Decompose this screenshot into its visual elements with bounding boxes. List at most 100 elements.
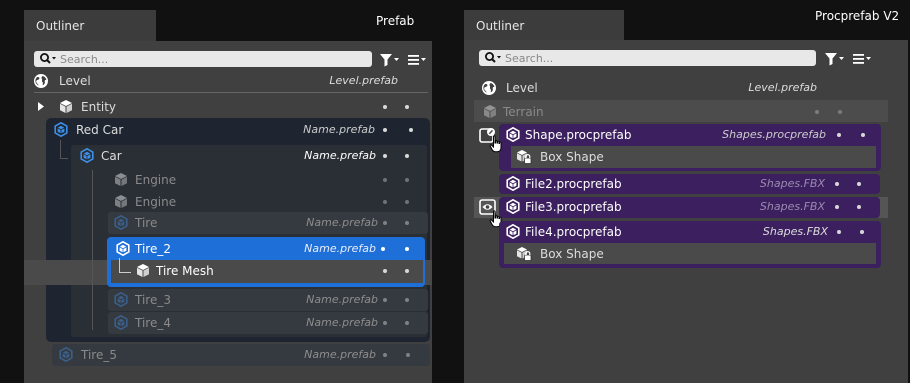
procprefab-icon — [506, 199, 520, 214]
expand-arrow-icon[interactable] — [38, 102, 44, 111]
row-label: Box Shape — [540, 247, 604, 261]
lock-dot[interactable] — [405, 221, 409, 225]
visibility-dot[interactable] — [383, 269, 387, 273]
globe-icon — [33, 73, 49, 89]
lock-dot[interactable] — [857, 182, 861, 186]
left-outliner-tab[interactable]: Outliner — [24, 10, 156, 42]
row-label: Level — [506, 81, 538, 95]
left-row-entity[interactable]: Entity — [24, 96, 432, 118]
lock-dot[interactable] — [405, 200, 409, 204]
visibility-dot[interactable] — [383, 221, 387, 225]
visibility-dot[interactable] — [815, 110, 819, 114]
left-row-engine-2[interactable]: Engine — [94, 191, 424, 213]
filter-icon[interactable] — [378, 51, 402, 69]
lock-dot[interactable] — [409, 128, 413, 132]
row-label: Tire_5 — [81, 348, 117, 362]
procprefab-icon — [506, 176, 520, 191]
row-label: File4.procprefab — [525, 225, 622, 239]
row-label: Entity — [81, 100, 117, 114]
visibility-dot[interactable] — [837, 230, 841, 234]
left-row-engine-1[interactable]: Engine — [94, 169, 424, 191]
lock-dot[interactable] — [405, 247, 409, 251]
right-row-file3[interactable]: File3.procprefab Shapes.FBX — [499, 196, 880, 218]
lock-dot[interactable] — [838, 110, 842, 114]
left-row-car[interactable]: Car Name.prefab — [71, 145, 427, 167]
lock-dot[interactable] — [406, 353, 410, 357]
row-label: Engine — [135, 173, 177, 187]
row-label: Terrain — [503, 105, 544, 119]
row-label: Box Shape — [540, 150, 604, 164]
row-file: Name.prefab — [304, 242, 376, 255]
right-row-level[interactable]: Level Level.prefab — [464, 77, 908, 99]
visibility-dot[interactable] — [835, 182, 839, 186]
search-icon[interactable] — [484, 51, 504, 65]
row-file: Name.prefab — [303, 123, 375, 136]
visibility-dot[interactable] — [383, 154, 387, 158]
row-file: Shapes.FBX — [759, 177, 825, 190]
right-heading: Procprefab V2 — [815, 9, 900, 23]
row-file: Name.prefab — [306, 216, 378, 229]
row-label: Engine — [135, 195, 177, 209]
procprefab-icon — [506, 224, 520, 239]
row-file: Name.prefab — [304, 348, 376, 361]
left-row-level[interactable]: Level Level.prefab — [24, 70, 432, 92]
lock-dot[interactable] — [405, 105, 409, 109]
tree-line — [60, 140, 61, 158]
filter-icon[interactable] — [823, 50, 847, 68]
left-row-tire-4[interactable]: Tire_4 Name.prefab — [108, 312, 428, 334]
row-label: File2.procprefab — [525, 177, 622, 191]
left-row-tire[interactable]: Tire Name.prefab — [108, 212, 428, 234]
menu-icon[interactable] — [406, 51, 430, 69]
menu-icon[interactable] — [851, 50, 875, 68]
right-row-terrain[interactable]: Terrain — [474, 101, 888, 123]
visibility-dot[interactable] — [383, 298, 387, 302]
locked-cube-icon — [516, 246, 532, 261]
lock-dot[interactable] — [861, 133, 865, 137]
visibility-dot[interactable] — [383, 128, 387, 132]
lock-dot[interactable] — [405, 269, 409, 273]
left-row-tire-2[interactable]: Tire_2 Name.prefab — [107, 238, 425, 260]
left-row-tire-5[interactable]: Tire_5 Name.prefab — [52, 344, 430, 366]
search-icon[interactable] — [39, 52, 59, 66]
lock-dot[interactable] — [405, 178, 409, 182]
right-outliner-tab[interactable]: Outliner — [464, 10, 624, 42]
right-row-box-shape-1[interactable]: Box Shape — [511, 146, 876, 168]
visibility-dot[interactable] — [383, 178, 387, 182]
visibility-dot[interactable] — [383, 105, 387, 109]
visibility-dot[interactable] — [835, 205, 839, 209]
right-search-bar[interactable] — [479, 50, 816, 66]
visibility-dot[interactable] — [837, 133, 841, 137]
visibility-dot[interactable] — [383, 200, 387, 204]
row-label: File3.procprefab — [525, 200, 622, 214]
row-label: Car — [101, 149, 122, 163]
lock-dot[interactable] — [860, 230, 864, 234]
cube-icon — [114, 194, 128, 209]
visibility-dot[interactable] — [383, 353, 387, 357]
row-file: Name.prefab — [306, 293, 378, 306]
row-label: Shape.procprefab — [525, 128, 632, 142]
right-search-input[interactable] — [505, 50, 805, 66]
left-row-tire-mesh[interactable]: Tire Mesh — [111, 260, 423, 282]
lock-dot[interactable] — [857, 205, 861, 209]
left-row-tire-3[interactable]: Tire_3 Name.prefab — [108, 289, 428, 311]
lock-dot[interactable] — [405, 321, 409, 325]
visibility-dot[interactable] — [383, 321, 387, 325]
row-label: Red Car — [76, 123, 124, 137]
visibility-dot[interactable] — [381, 247, 385, 251]
left-heading: Prefab — [376, 14, 415, 28]
cube-icon — [483, 104, 497, 119]
left-search-input[interactable] — [60, 51, 360, 67]
right-row-box-shape-2[interactable]: Box Shape — [504, 243, 876, 265]
right-row-shape-procprefab[interactable]: Shape.procprefab Shapes.procprefab — [499, 124, 881, 146]
lock-dot[interactable] — [405, 154, 409, 158]
locked-cube-icon — [516, 149, 532, 164]
prefab-icon — [80, 148, 94, 163]
row-label: Tire — [135, 216, 158, 230]
right-row-file2[interactable]: File2.procprefab Shapes.FBX — [499, 173, 880, 195]
right-row-file4[interactable]: File4.procprefab Shapes.FBX — [499, 221, 881, 243]
row-file: Name.prefab — [304, 149, 376, 162]
lock-dot[interactable] — [405, 298, 409, 302]
row-label: Level — [59, 74, 91, 88]
left-row-red-car[interactable]: Red Car Name.prefab — [46, 119, 430, 141]
left-search-bar[interactable] — [34, 51, 372, 67]
